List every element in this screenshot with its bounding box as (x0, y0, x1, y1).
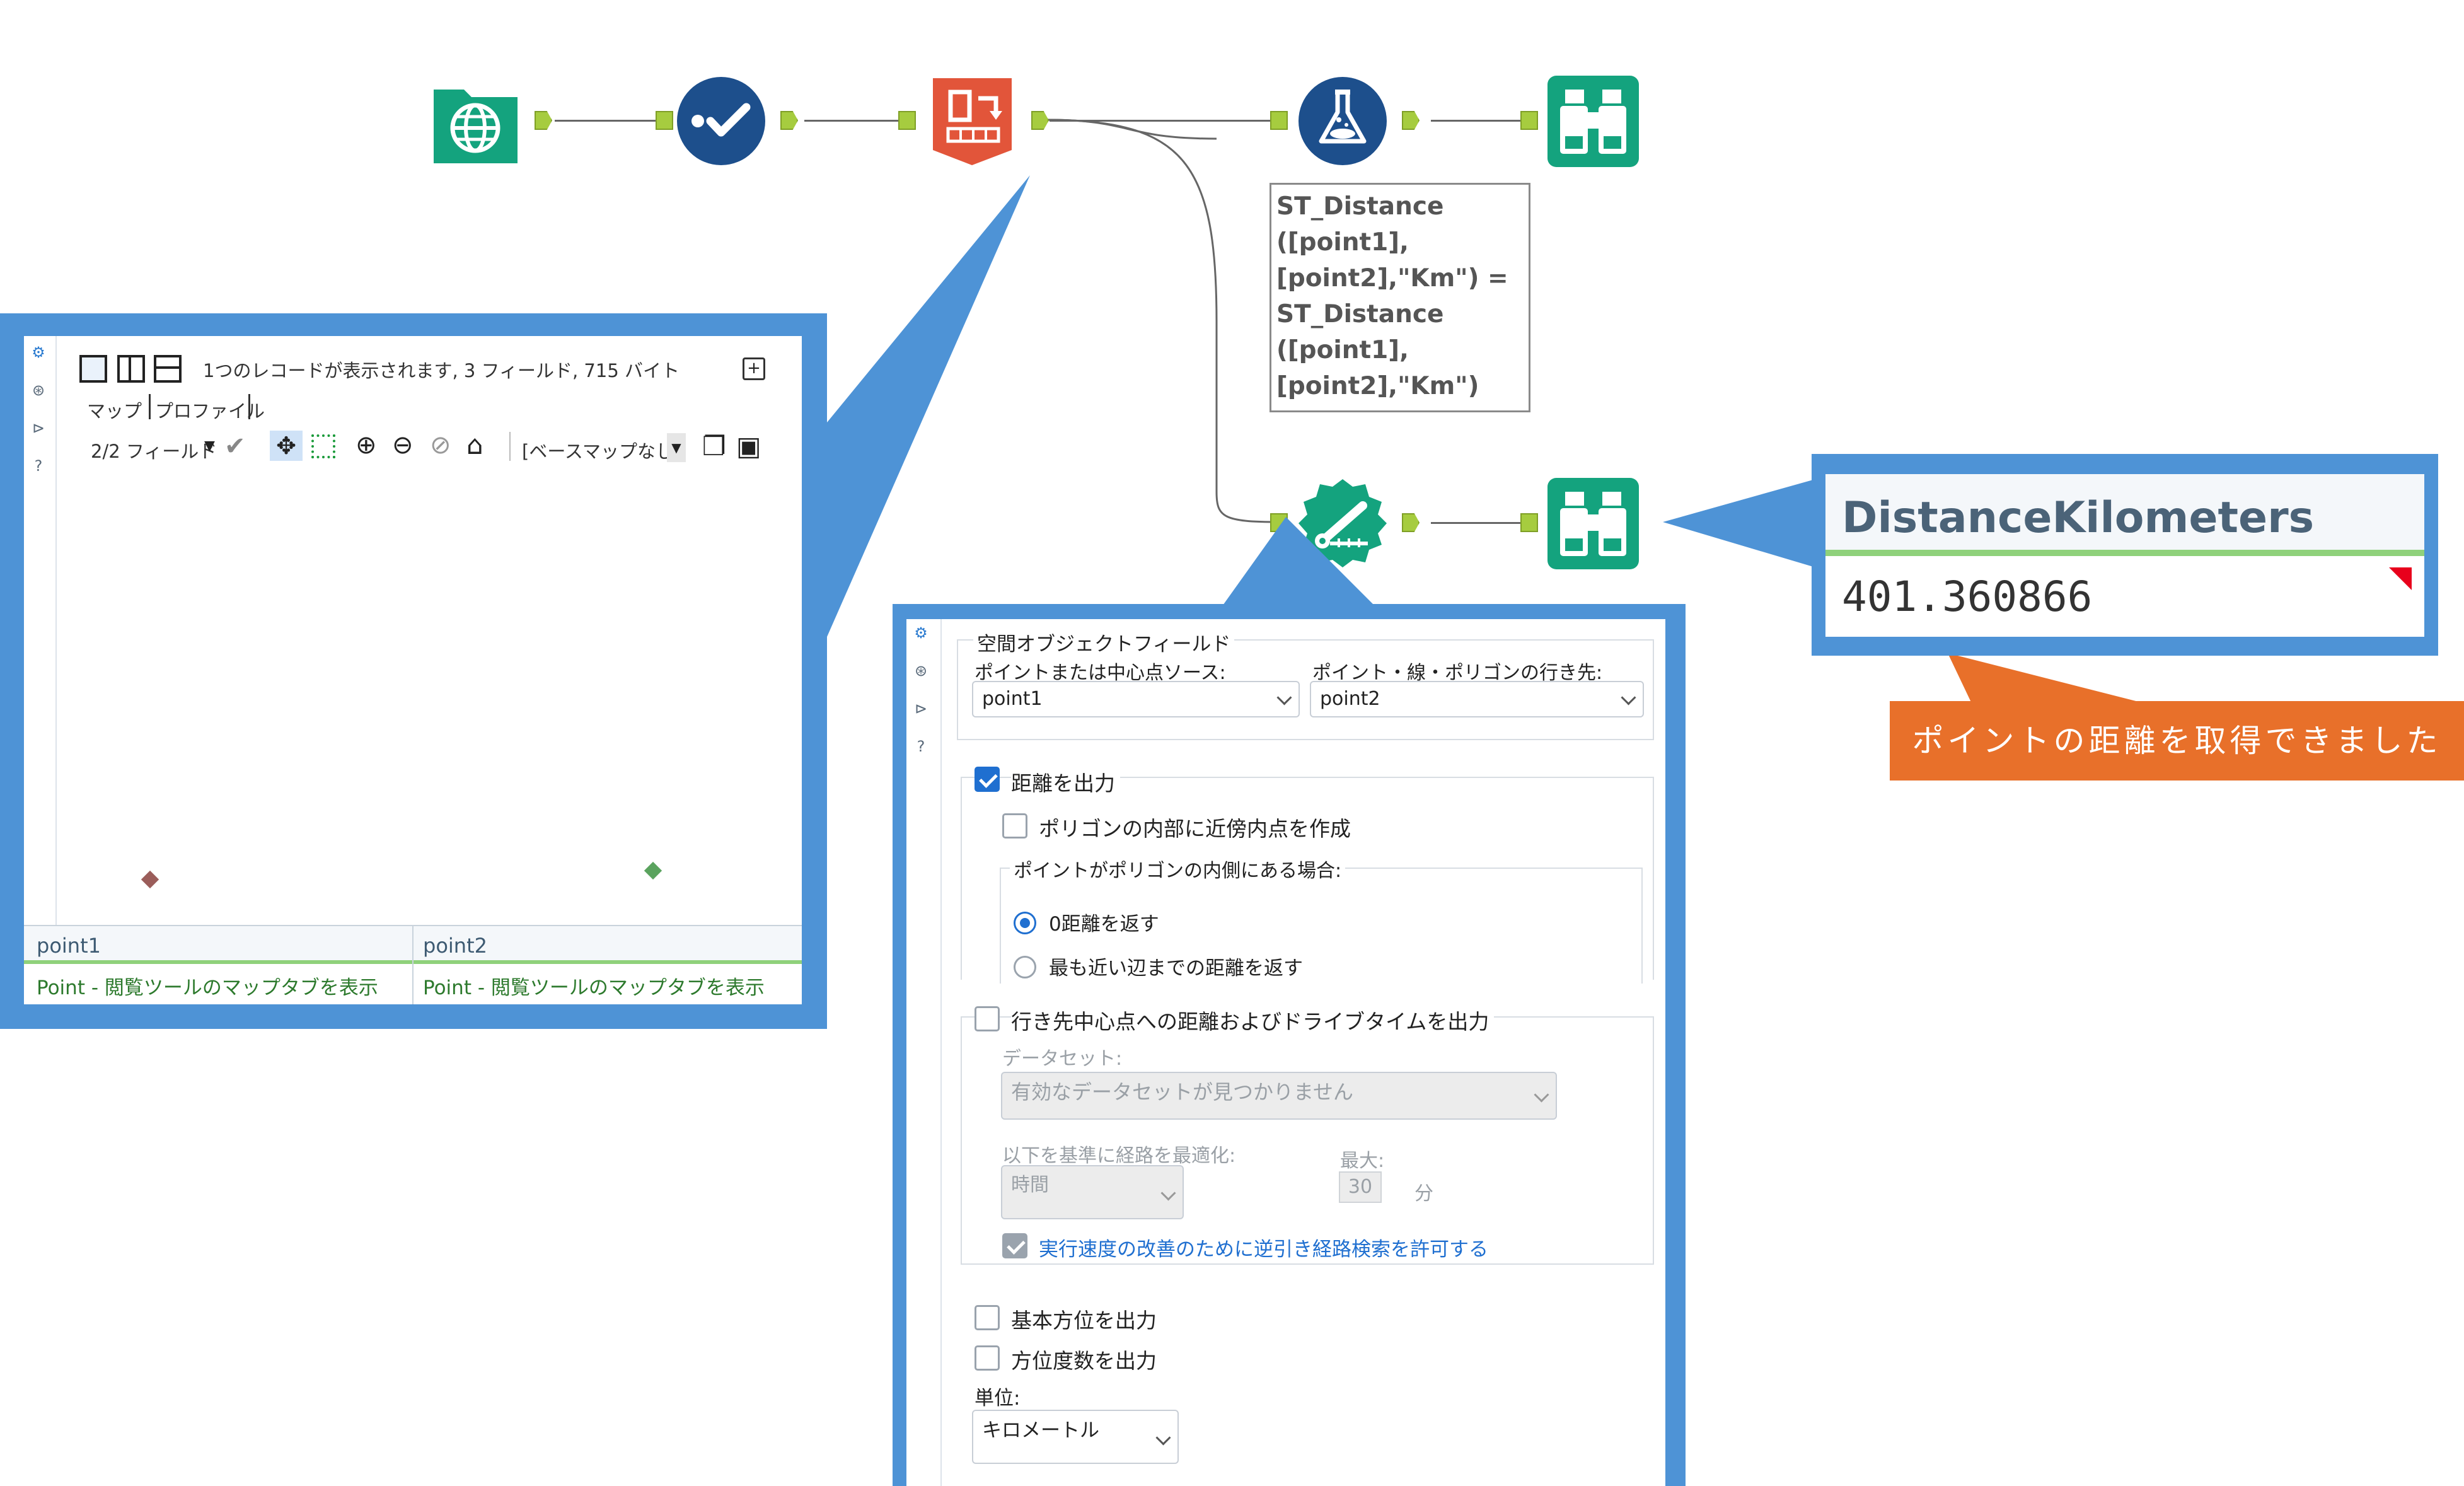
pan-icon[interactable]: ✥ (270, 431, 303, 461)
zoom-in-icon[interactable]: ⊕ (356, 431, 377, 460)
layout-single-icon[interactable] (79, 355, 107, 383)
drive-time-checkbox[interactable] (975, 1006, 1000, 1031)
arrows-icon[interactable]: ⊛ (30, 381, 47, 399)
home-icon[interactable]: ⌂ (466, 429, 483, 460)
reverse-search-label[interactable]: 実行速度の改善のために逆引き経路検索を許可する (1039, 1233, 1488, 1262)
layout-vertical-split-icon[interactable] (117, 355, 145, 383)
config-panel: ⚙ ⊛ ⊳ ? 空間オブジェクトフィールド ポイントまたは中心点ソース: poi… (906, 619, 1665, 1486)
polygon-option-label[interactable]: ポリゴンの内部に近傍内点を作成 (1039, 812, 1351, 842)
result-value[interactable]: 401.360866 (1842, 572, 2092, 621)
basemap-dropdown-button[interactable]: ▼ (667, 433, 686, 462)
basemap-select[interactable]: [ベースマップなし] (522, 437, 681, 463)
polygon-option-checkbox[interactable] (1002, 813, 1027, 839)
max-label: 最大: (1340, 1150, 1385, 1172)
drive-time-label[interactable]: 行き先中心点への距離およびドライブタイムを出力 (1011, 1005, 1495, 1035)
check-icon[interactable]: ✔ (224, 432, 246, 461)
radio-nearest-label[interactable]: 最も近い辺までの距離を返す (1049, 952, 1303, 980)
dataset-select[interactable]: 有効なデータセットが見つかりません (1001, 1072, 1557, 1120)
tag-icon[interactable]: ⊳ (912, 700, 930, 717)
result-note: ポイントの距離を取得できました (1890, 701, 2464, 781)
dest-value: point2 (1320, 688, 1380, 710)
result-column-header[interactable]: DistanceKilometers (1842, 493, 2314, 543)
column-divider (412, 926, 414, 1004)
tab-map[interactable]: マップ (87, 397, 142, 423)
optimize-select[interactable]: 時間 (1001, 1165, 1184, 1219)
side-toolbar: ⚙ ⊛ ⊳ ? (906, 619, 942, 1486)
radio-zero-distance[interactable] (1014, 912, 1036, 934)
unit-value: キロメートル (982, 1419, 1099, 1442)
tab-divider (248, 394, 250, 419)
map-view[interactable] (55, 468, 802, 924)
output-distance-label[interactable]: 距離を出力 (1011, 767, 1120, 797)
unit-label: 単位: (975, 1387, 1021, 1410)
tab-divider (149, 394, 151, 419)
degrees-checkbox[interactable] (975, 1345, 1000, 1371)
source-select[interactable]: point1 (972, 681, 1300, 717)
cell-point1[interactable]: Point - 閲覧ツールのマップタブを表示 (37, 972, 378, 1000)
copy-icon[interactable]: ❐ (702, 431, 726, 461)
column-header-point1[interactable]: point1 (37, 934, 101, 958)
cardinal-label[interactable]: 基本方位を出力 (1011, 1304, 1157, 1334)
column-header-point2[interactable]: point2 (423, 934, 487, 958)
chevron-down-icon (1155, 1430, 1171, 1446)
reverse-search-checkbox[interactable] (1002, 1233, 1027, 1258)
max-input[interactable]: 30 (1339, 1171, 1382, 1203)
header-underline (1825, 550, 2424, 556)
chevron-down-icon[interactable]: ▼ (204, 438, 215, 454)
dataset-label: データセット: (1002, 1048, 1123, 1070)
help-icon[interactable]: ? (912, 738, 930, 755)
result-grid: DistanceKilometers 401.360866 (1825, 474, 2424, 637)
radio-nearest-edge[interactable] (1014, 956, 1036, 978)
radio-zero-label[interactable]: 0距離を返す (1049, 908, 1159, 936)
section-title: 空間オブジェクトフィールド (973, 628, 1235, 656)
changed-marker-icon (2389, 567, 2412, 590)
chevron-down-icon (1276, 690, 1292, 705)
output-distance-checkbox[interactable] (975, 767, 1000, 792)
table-options-icon[interactable]: + (743, 357, 765, 380)
max-unit: 分 (1414, 1183, 1433, 1205)
zoom-out-icon[interactable]: ⊖ (392, 431, 414, 460)
chevron-down-icon (1621, 690, 1636, 705)
gear-icon[interactable]: ⚙ (30, 344, 47, 361)
unit-select[interactable]: キロメートル (972, 1410, 1179, 1464)
dest-select[interactable]: point2 (1310, 681, 1644, 717)
zoom-selected-icon[interactable]: ⊘ (430, 431, 451, 460)
tag-icon[interactable]: ⊳ (30, 419, 47, 437)
layout-horizontal-split-icon[interactable] (154, 355, 182, 383)
result-note-text: ポイントの距離を取得できました (1912, 723, 2442, 759)
side-toolbar: ⚙ ⊛ ⊳ ? (24, 336, 57, 1004)
select-region-icon[interactable] (311, 434, 335, 458)
chevron-down-icon (1534, 1087, 1549, 1103)
arrows-icon[interactable]: ⊛ (912, 662, 930, 680)
data-grid: point1 point2 Point - 閲覧ツールのマップタブを表示 Poi… (24, 925, 802, 1004)
record-status: 1つのレコードが表示されます, 3 フィールド, 715 バイト (203, 360, 680, 381)
cell-point2[interactable]: Point - 閲覧ツールのマップタブを表示 (423, 972, 765, 1000)
gear-icon[interactable]: ⚙ (912, 624, 930, 642)
field-selector[interactable]: 2/2 フィールド (91, 437, 217, 463)
optimize-value: 時間 (1011, 1174, 1049, 1196)
toolbar-divider (509, 432, 511, 461)
degrees-label[interactable]: 方位度数を出力 (1011, 1344, 1157, 1374)
dataset-value: 有効なデータセットが見つかりません (1011, 1080, 1354, 1104)
source-value: point1 (982, 688, 1043, 710)
chevron-down-icon (1160, 1185, 1176, 1201)
browse-panel: ⚙ ⊛ ⊳ ? 1つのレコードが表示されます, 3 フィールド, 715 バイト… (24, 336, 802, 1004)
cardinal-checkbox[interactable] (975, 1305, 1000, 1330)
optimize-label: 以下を基準に経路を最適化: (1002, 1145, 1236, 1167)
help-icon[interactable]: ? (30, 457, 47, 475)
inside-polygon-label: ポイントがポリゴンの内側にある場合: (1010, 855, 1346, 883)
save-icon[interactable]: ▣ (736, 431, 761, 461)
